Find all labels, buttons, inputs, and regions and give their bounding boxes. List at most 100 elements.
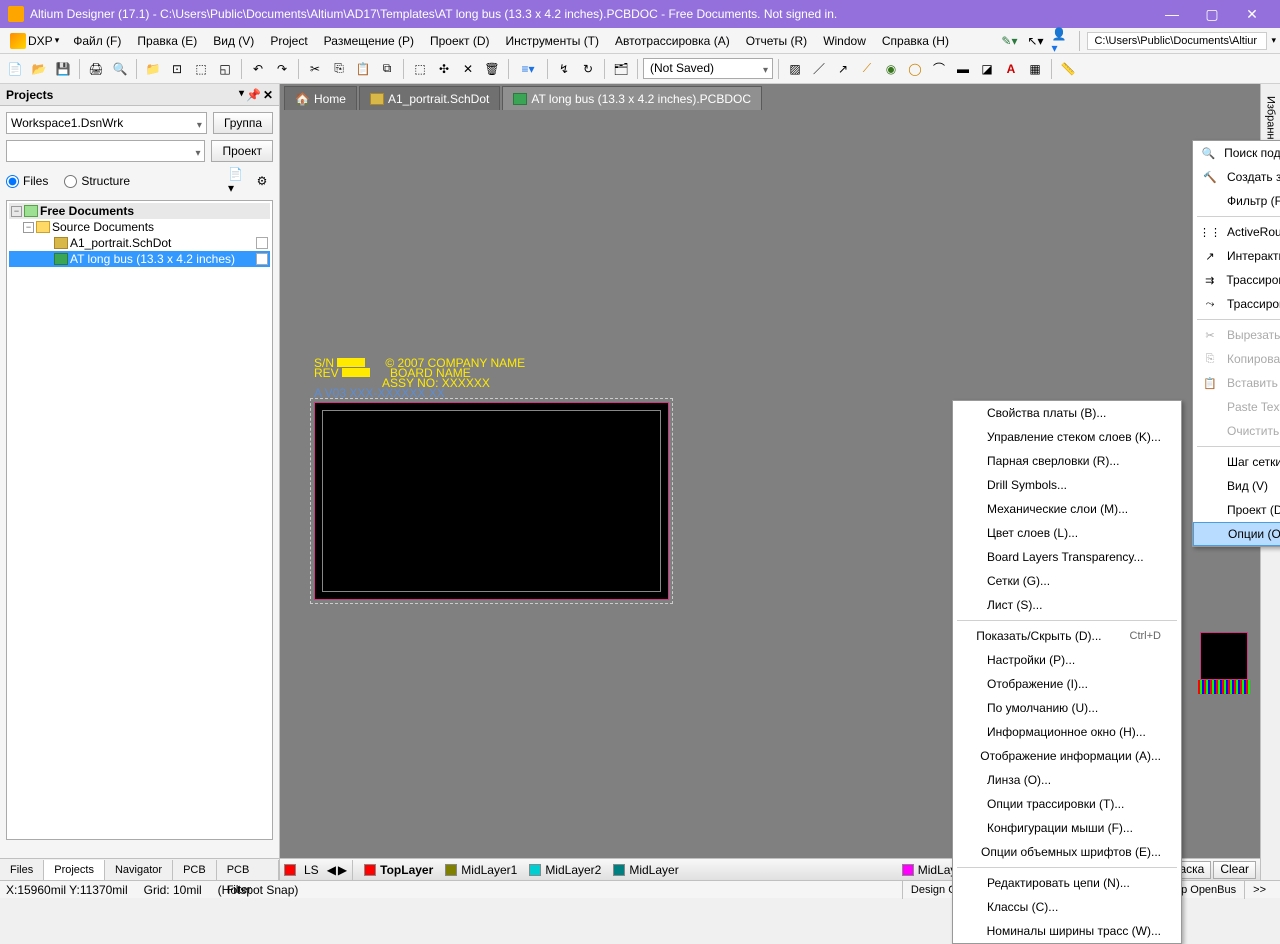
tab-files[interactable]: Files	[0, 860, 44, 880]
ctx-item[interactable]: Информационное окно (H)...	[953, 720, 1181, 744]
copy-icon[interactable]: ⎘	[328, 58, 350, 80]
layer-tab[interactable]: MidLayer	[607, 861, 684, 879]
ctx-item[interactable]: ОчиститьDel	[1193, 419, 1280, 443]
ctx-item[interactable]: Проект (D)▶	[1193, 498, 1280, 522]
ctx-item[interactable]: ✂Вырезать (T)Ctrl+X	[1193, 323, 1280, 347]
arc-icon[interactable]: ⌒	[928, 58, 950, 80]
ctx-item[interactable]: Отображение информации (A)...	[953, 744, 1181, 768]
ctx-item[interactable]: По умолчанию (U)...	[953, 696, 1181, 720]
duplicate-icon[interactable]: ⧉	[376, 58, 398, 80]
tree-root[interactable]: − Free Documents	[9, 203, 270, 219]
ctx-item[interactable]: Редактировать цепи (N)...	[953, 871, 1181, 895]
place-line-icon[interactable]: ／	[808, 58, 830, 80]
path-display[interactable]: C:\Users\Public\Documents\Altiur	[1087, 32, 1267, 50]
cut-icon[interactable]: ✂	[304, 58, 326, 80]
files-radio[interactable]: Files	[6, 174, 48, 188]
tool-person-icon[interactable]: 👤▾	[1050, 30, 1072, 52]
dxp-menu[interactable]: DXP ▾	[4, 29, 65, 53]
project-combo[interactable]	[6, 140, 205, 162]
ctx-item[interactable]: Опции (O)▶	[1193, 522, 1280, 546]
tree-sch-doc[interactable]: A1_portrait.SchDot	[9, 235, 270, 251]
ctx-item[interactable]: 🔨Создать запрос...Shift+B	[1193, 165, 1280, 189]
ctx-item[interactable]: Лист (S)...	[953, 593, 1181, 617]
ctx-item[interactable]: ⤳Трассировка шин (M)	[1193, 292, 1280, 316]
menu-view[interactable]: Вид (V)	[205, 30, 262, 52]
ctx-item[interactable]: 🔍Поиск подобных объектов (N)Shift+F	[1193, 141, 1280, 165]
panel-settings-icon[interactable]: ⚙	[251, 170, 273, 192]
via-icon[interactable]: ◉	[880, 58, 902, 80]
hatch-icon[interactable]: ▨	[784, 58, 806, 80]
layer-tab[interactable]: MidLayer2	[523, 861, 607, 879]
region-icon[interactable]: ◪	[976, 58, 998, 80]
ctx-item[interactable]: Drill Symbols...	[953, 473, 1181, 497]
tab-pcb-doc[interactable]: AT long bus (13.3 x 4.2 inches).PCBDOC	[502, 86, 762, 110]
ctx-item[interactable]: Конфигурации мыши (F)...	[953, 816, 1181, 840]
menu-window[interactable]: Window	[815, 30, 874, 52]
rect-fill-icon[interactable]: ▬	[952, 58, 974, 80]
ctx-item[interactable]: Линза (O)...	[953, 768, 1181, 792]
filter-combo[interactable]: (Not Saved)	[643, 58, 773, 79]
browse-icon[interactable]: 🗂	[610, 58, 632, 80]
tab-pcb[interactable]: PCB	[173, 860, 217, 880]
measure-icon[interactable]: 📏	[1057, 58, 1079, 80]
place-polyline-icon[interactable]: ↗	[832, 58, 854, 80]
move-icon[interactable]: ✣	[433, 58, 455, 80]
ctx-item[interactable]: Настройки (P)...	[953, 648, 1181, 672]
tool-pencil-icon[interactable]: ✎▾	[998, 30, 1020, 52]
tab-projects[interactable]: Projects	[44, 860, 105, 880]
menu-design[interactable]: Проект (D)	[422, 30, 498, 52]
ls-label[interactable]: LS	[298, 863, 325, 877]
ctx-item[interactable]: ⎘Копировать (C)Ctrl+C	[1193, 347, 1280, 371]
tree-pcb-doc[interactable]: AT long bus (13.3 x 4.2 inches)	[9, 251, 270, 267]
ctx-item[interactable]: ⇉Трассировка дифференциальных пар (I)	[1193, 268, 1280, 292]
zoom-sel-icon[interactable]: ◱	[214, 58, 236, 80]
tree-source-docs[interactable]: − Source Documents	[9, 219, 270, 235]
refresh-icon[interactable]: ↻	[577, 58, 599, 80]
ctx-item[interactable]: Вид (V)▶	[1193, 474, 1280, 498]
ctx-item[interactable]: Сетки (G)...	[953, 569, 1181, 593]
tab-sch-doc[interactable]: A1_portrait.SchDot	[359, 86, 500, 110]
zoom-area-icon[interactable]: ⬚	[190, 58, 212, 80]
ctx-item[interactable]: Свойства платы (B)...	[953, 401, 1181, 425]
project-tree[interactable]: − Free Documents − Source Documents A1_p…	[6, 200, 273, 840]
cross-probe-icon[interactable]: ↯	[553, 58, 575, 80]
menu-autoroute[interactable]: Автотрассировка (A)	[607, 30, 738, 52]
ctx-item[interactable]: Опции объемных шрифтов (E)...	[953, 840, 1181, 864]
ctx-item[interactable]: ⋮⋮ActiveRouteShift+A	[1193, 220, 1280, 244]
menu-file[interactable]: Файл (F)	[65, 30, 129, 52]
select-icon[interactable]: ⬚	[409, 58, 431, 80]
structure-radio[interactable]: Structure	[64, 174, 130, 188]
zoom-fit-icon[interactable]: ⊡	[166, 58, 188, 80]
tab-pcb-filter[interactable]: PCB Filter	[217, 860, 279, 880]
layer-prev-icon[interactable]: ◀	[327, 863, 336, 877]
undo-icon[interactable]: ↶	[247, 58, 269, 80]
group-button[interactable]: Группа	[213, 112, 273, 134]
ctx-item[interactable]: Шаг сетки (G)▶	[1193, 450, 1280, 474]
workspace-combo[interactable]: Workspace1.DsnWrk	[6, 112, 207, 134]
panel-opts-icon[interactable]: 📄▾	[227, 170, 249, 192]
menu-project[interactable]: Project	[262, 30, 315, 52]
ctx-item[interactable]: Управление стеком слоев (K)...	[953, 425, 1181, 449]
pcb-canvas[interactable]: S/N © 2007 COMPANY NAME REV BOARD NAME A…	[280, 110, 1260, 858]
layer-next-icon[interactable]: ▶	[338, 863, 347, 877]
ctx-item[interactable]: ↗Интерактивная трассировка (T)	[1193, 244, 1280, 268]
project-button[interactable]: Проект	[211, 140, 273, 162]
delete-icon[interactable]: 🗑	[481, 58, 503, 80]
panel-pin-icon[interactable]: 📌	[246, 88, 261, 102]
tab-navigator[interactable]: Navigator	[105, 860, 173, 880]
menu-edit[interactable]: Правка (E)	[129, 30, 205, 52]
menu-help[interactable]: Справка (H)	[874, 30, 957, 52]
maximize-button[interactable]: ▢	[1192, 0, 1232, 28]
panel-close-icon[interactable]: ✕	[263, 88, 273, 102]
panel-menu-icon[interactable]: ▾	[239, 88, 244, 102]
ctx-item[interactable]: Показать/Скрыть (D)...Ctrl+D	[953, 624, 1181, 648]
save-icon[interactable]: 💾	[52, 58, 74, 80]
layer-tab[interactable]: MidLayer1	[439, 861, 523, 879]
paste-icon[interactable]: 📋	[352, 58, 374, 80]
deselect-icon[interactable]: ✕	[457, 58, 479, 80]
align-icon[interactable]: ≡▾	[514, 58, 542, 80]
print-icon[interactable]: 🖨	[85, 58, 107, 80]
close-button[interactable]: ✕	[1232, 0, 1272, 28]
redo-icon[interactable]: ↷	[271, 58, 293, 80]
text-icon[interactable]: A	[1000, 58, 1022, 80]
